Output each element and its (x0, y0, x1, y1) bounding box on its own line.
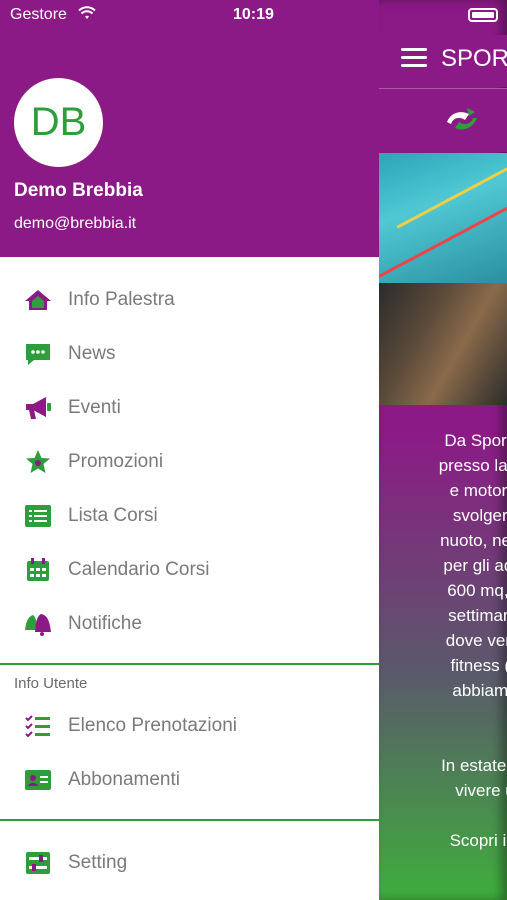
menu-item-lista-corsi[interactable]: Lista Corsi (0, 489, 379, 543)
menu-item-setting[interactable]: Setting (0, 836, 379, 890)
menu-item-elenco-prenotazioni[interactable]: Elenco Prenotazioni (0, 699, 379, 753)
user-email: demo@brebbia.it (14, 215, 137, 232)
drawer-menu: Info Palestra News Eventi Promozioni Lis… (0, 273, 379, 890)
home-icon (25, 290, 51, 310)
menu-item-info-palestra[interactable]: Info Palestra (0, 273, 379, 327)
navigation-drawer: DB Demo Brebbia demo@brebbia.it Info Pal… (0, 0, 379, 900)
logo-bar (379, 88, 507, 152)
status-bar: Gestore 10:19 (0, 0, 507, 32)
wifi-icon (78, 6, 96, 19)
menu-item-promozioni[interactable]: Promozioni (0, 435, 379, 489)
menu-item-calendario-corsi[interactable]: Calendario Corsi (0, 543, 379, 597)
megaphone-icon (26, 397, 51, 419)
carrier-label: Gestore (10, 6, 67, 23)
chat-icon (26, 344, 50, 365)
id-card-icon (25, 770, 51, 790)
gym-photo (379, 283, 507, 405)
menu-icon[interactable] (401, 48, 427, 68)
checklist-icon (25, 715, 50, 738)
avatar: DB (14, 78, 103, 167)
user-name: Demo Brebbia (14, 180, 143, 201)
clock: 10:19 (233, 6, 274, 23)
app-title: SPORT (441, 45, 507, 72)
menu-item-news[interactable]: News (0, 327, 379, 381)
battery-icon (468, 8, 498, 22)
section-info-utente: Info Utente (14, 675, 88, 692)
brand-logo-icon (447, 108, 477, 130)
drawer-header: DB Demo Brebbia demo@brebbia.it (0, 0, 379, 257)
list-icon (25, 505, 51, 527)
menu-divider (0, 819, 379, 821)
calendar-icon (27, 558, 49, 581)
menu-item-eventi[interactable]: Eventi (0, 381, 379, 435)
bell-icon (25, 614, 51, 636)
app-toolbar: SPORT (379, 35, 507, 87)
main-screen[interactable]: SPORT Da Sport e presso la no e motoria … (379, 0, 507, 900)
menu-item-abbonamenti[interactable]: Abbonamenti (0, 753, 379, 807)
settings-icon (26, 852, 50, 874)
pool-photo (379, 153, 507, 284)
menu-item-notifiche[interactable]: Notifiche (0, 597, 379, 651)
star-badge-icon (26, 450, 50, 473)
description-text: Da Sport e presso la no e motoria svolge… (438, 431, 507, 850)
